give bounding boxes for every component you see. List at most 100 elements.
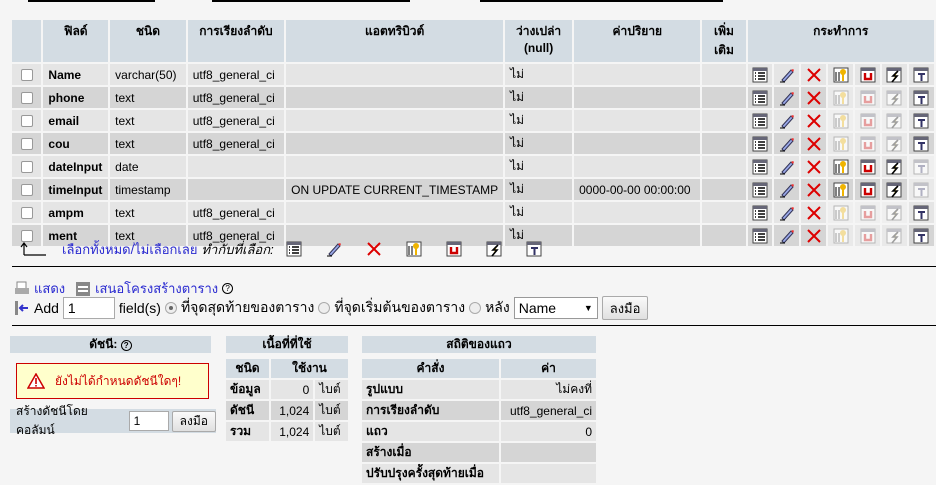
- row-checkbox[interactable]: [20, 207, 33, 220]
- action-unique-button[interactable]: [855, 156, 881, 177]
- action-browse-button[interactable]: [747, 225, 773, 246]
- action-unique-button[interactable]: [855, 110, 881, 131]
- field-count-input[interactable]: [62, 297, 115, 319]
- action-index-button[interactable]: [882, 179, 907, 200]
- action-browse-button[interactable]: [747, 110, 773, 131]
- row-checkbox[interactable]: [20, 115, 33, 128]
- action-unique-button[interactable]: [855, 225, 881, 246]
- action-primary-key-button[interactable]: [828, 133, 854, 154]
- action-drop-button[interactable]: [801, 202, 827, 223]
- cell-type: text: [110, 110, 186, 131]
- action-drop-button[interactable]: [801, 133, 827, 154]
- action-primary-key-button[interactable]: [828, 87, 854, 108]
- action-index-button[interactable]: [882, 133, 907, 154]
- bulk-unique-button[interactable]: [446, 241, 462, 258]
- action-unique-button[interactable]: [855, 87, 881, 108]
- row-checkbox[interactable]: [20, 161, 33, 174]
- cell-default: [574, 156, 701, 177]
- space-value: 1,024: [279, 424, 310, 439]
- action-browse-button[interactable]: [747, 156, 773, 177]
- action-browse-button[interactable]: [747, 133, 773, 154]
- action-index-button[interactable]: [882, 110, 907, 131]
- action-unique-button[interactable]: [855, 179, 881, 200]
- action-fulltext-button[interactable]: [908, 156, 934, 177]
- at-beginning-radio[interactable]: [318, 302, 331, 314]
- action-browse-button[interactable]: [747, 64, 773, 85]
- action-fulltext-button[interactable]: [908, 202, 934, 223]
- edit-icon: [779, 159, 795, 175]
- action-drop-button[interactable]: [801, 179, 827, 200]
- row-checkbox-cell: [12, 110, 42, 131]
- action-primary-key-button[interactable]: [828, 202, 854, 223]
- action-primary-key-button[interactable]: [828, 156, 854, 177]
- header-field[interactable]: ฟิลด์: [43, 20, 109, 62]
- help-icon[interactable]: ?: [222, 283, 234, 294]
- cell-collation: utf8_general_ci: [187, 202, 285, 223]
- index-column-count-input[interactable]: [128, 411, 169, 431]
- action-unique-button[interactable]: [855, 64, 881, 85]
- action-edit-button[interactable]: [774, 156, 800, 177]
- after-column-select[interactable]: Name ▼: [513, 297, 598, 319]
- cell-extra: [702, 156, 746, 177]
- bulk-primary-key-button[interactable]: [406, 241, 422, 258]
- action-unique-button[interactable]: [855, 133, 881, 154]
- action-drop-button[interactable]: [801, 87, 827, 108]
- action-edit-button[interactable]: [774, 110, 800, 131]
- stats-value: 0: [585, 424, 592, 439]
- arrow-up-icon: [20, 242, 46, 256]
- uncheck-all-link[interactable]: ไม่เลือกเลย: [134, 239, 197, 260]
- action-edit-button[interactable]: [774, 225, 800, 246]
- action-edit-button[interactable]: [774, 87, 800, 108]
- bulk-edit-button[interactable]: [326, 241, 342, 258]
- action-fulltext-button[interactable]: [908, 110, 934, 131]
- action-fulltext-button[interactable]: [908, 133, 934, 154]
- action-index-button[interactable]: [882, 64, 907, 85]
- action-primary-key-button[interactable]: [828, 64, 854, 85]
- action-primary-key-button[interactable]: [828, 179, 854, 200]
- action-edit-button[interactable]: [774, 64, 800, 85]
- bulk-browse-button[interactable]: [286, 241, 302, 258]
- cell-collation: utf8_general_ci: [187, 87, 285, 108]
- help-icon[interactable]: ?: [120, 340, 132, 351]
- cell-attributes: ON UPDATE CURRENT_TIMESTAMP: [286, 179, 504, 200]
- action-browse-button[interactable]: [747, 87, 773, 108]
- fulltext-icon: [913, 159, 929, 174]
- row-checkbox[interactable]: [20, 92, 33, 105]
- unique-icon: [860, 205, 876, 220]
- bulk-fulltext-button[interactable]: [526, 241, 542, 258]
- after-radio[interactable]: [469, 302, 482, 314]
- action-index-button[interactable]: [882, 225, 907, 246]
- action-browse-button[interactable]: [747, 179, 773, 200]
- row-checkbox[interactable]: [20, 184, 33, 197]
- action-fulltext-button[interactable]: [908, 225, 934, 246]
- action-fulltext-button[interactable]: [908, 179, 934, 200]
- action-index-button[interactable]: [882, 202, 907, 223]
- add-field-go-button[interactable]: ลงมือ: [601, 296, 649, 320]
- action-primary-key-button[interactable]: [828, 110, 854, 131]
- action-fulltext-button[interactable]: [908, 64, 934, 85]
- action-fulltext-button[interactable]: [908, 87, 934, 108]
- action-index-button[interactable]: [882, 156, 907, 177]
- action-drop-button[interactable]: [801, 110, 827, 131]
- at-end-radio[interactable]: [164, 302, 177, 314]
- action-primary-key-button[interactable]: [828, 225, 854, 246]
- action-index-button[interactable]: [882, 87, 907, 108]
- action-drop-button[interactable]: [801, 156, 827, 177]
- action-browse-button[interactable]: [747, 202, 773, 223]
- row-checkbox[interactable]: [20, 69, 33, 82]
- action-drop-button[interactable]: [801, 64, 827, 85]
- action-unique-button[interactable]: [855, 202, 881, 223]
- bulk-drop-button[interactable]: [366, 241, 382, 258]
- create-index-label: สร้างดัชนีโดยคอลัมน์: [16, 404, 88, 437]
- row-checkbox[interactable]: [20, 138, 33, 151]
- create-index-go-button[interactable]: ลงมือ: [171, 410, 216, 432]
- action-drop-button[interactable]: [801, 225, 827, 246]
- action-edit-button[interactable]: [774, 202, 800, 223]
- bulk-index-button[interactable]: [486, 241, 502, 258]
- cell-field: Name: [43, 64, 109, 85]
- action-edit-button[interactable]: [774, 133, 800, 154]
- cell-null: ไม่: [505, 156, 573, 177]
- check-all-link[interactable]: เลือกทั้งหมด: [62, 239, 131, 260]
- action-edit-button[interactable]: [774, 179, 800, 200]
- table-row: ampm text utf8_general_ci ไม่: [12, 202, 934, 223]
